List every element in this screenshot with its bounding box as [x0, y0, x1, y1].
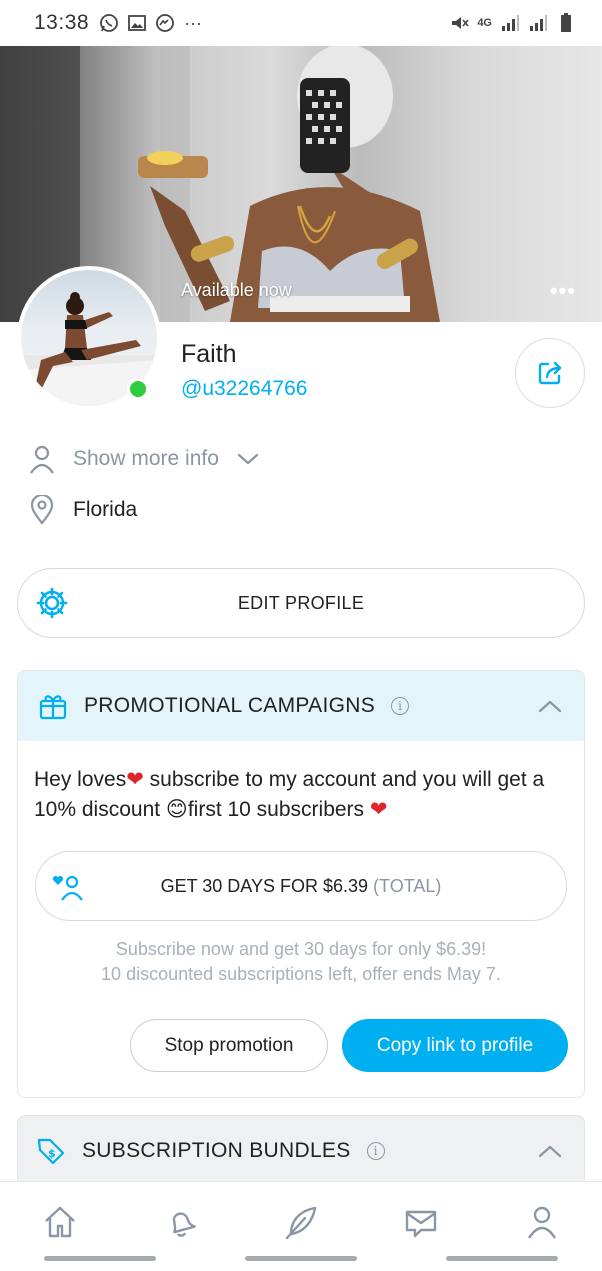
home-icon [45, 1206, 76, 1238]
total-label: (TOTAL) [373, 875, 442, 896]
available-status: Available now [181, 280, 292, 300]
status-time: 13:38 [34, 11, 90, 34]
get-30-days-label: GET 30 DAYS FOR $6.39 [160, 875, 369, 896]
whatsapp-icon [99, 13, 119, 33]
status-bar: 13:38 ··· 4G [0, 0, 602, 46]
4g-icon: 4G [477, 17, 492, 29]
signal-icon-2 [528, 13, 548, 33]
nav-new-post[interactable] [277, 1198, 325, 1246]
subscription-bundles-header[interactable]: $ SUBSCRIPTION BUNDLES i [17, 1115, 585, 1185]
nav-home[interactable] [36, 1198, 84, 1246]
online-indicator [127, 378, 149, 400]
profile-name: Faith [181, 340, 237, 368]
bell-icon [172, 1212, 196, 1237]
gift-icon [39, 695, 67, 720]
promo-title: PROMOTIONAL CAMPAIGNS [84, 694, 375, 717]
promo-message: Hey loves❤ subscribe to my account and y… [18, 741, 584, 825]
get-30-days-button[interactable]: GET 30 DAYS FOR $6.39 (TOTAL) [35, 851, 567, 921]
promotional-campaigns-card: PROMOTIONAL CAMPAIGNS i Hey loves❤ subsc… [17, 670, 585, 1098]
bundles-title: SUBSCRIPTION BUNDLES [82, 1138, 351, 1162]
promo-text-1: Hey loves [34, 768, 127, 791]
chevron-down-icon [237, 453, 259, 465]
share-button[interactable] [515, 338, 585, 408]
gallery-icon [127, 13, 147, 33]
profile-icon [527, 1206, 556, 1239]
location-row: Florida [29, 495, 137, 525]
heart-icon: ❤ [369, 798, 388, 821]
promo-header[interactable]: PROMOTIONAL CAMPAIGNS i [18, 671, 584, 741]
more-options-icon[interactable]: ••• [550, 278, 576, 304]
promo-note-line1: Subscribe now and get 30 days for only $… [115, 939, 487, 959]
nav-notifications[interactable] [157, 1198, 205, 1246]
location-label: Florida [73, 498, 138, 521]
svg-text:$: $ [48, 1147, 56, 1160]
messages-icon [406, 1210, 437, 1238]
copy-link-button[interactable]: Copy link to profile [342, 1019, 568, 1072]
stop-promotion-button[interactable]: Stop promotion [130, 1019, 328, 1072]
edit-profile-label: EDIT PROFILE [237, 592, 365, 613]
nav-messages[interactable] [397, 1198, 445, 1246]
promo-note: Subscribe now and get 30 days for only $… [18, 937, 584, 987]
edit-profile-button[interactable]: EDIT PROFILE [17, 568, 585, 638]
promo-text-3: first 10 subscribers [187, 798, 370, 821]
price-tag-icon: $ [37, 1138, 65, 1164]
gear-icon [36, 587, 68, 619]
mute-icon [449, 13, 469, 33]
location-pin-icon [30, 495, 54, 525]
smile-emoji-icon: 😊 [165, 798, 188, 821]
info-icon[interactable]: i [366, 1141, 385, 1160]
messenger-icon [155, 13, 175, 33]
system-gesture-bar [0, 1256, 602, 1261]
battery-icon [556, 13, 576, 33]
chevron-up-icon[interactable] [538, 1144, 562, 1158]
signal-icon [500, 13, 520, 33]
show-more-info[interactable]: Show more info [29, 444, 259, 474]
feather-icon [285, 1206, 317, 1240]
show-more-info-label: Show more info [73, 447, 219, 470]
promo-note-line2: 10 discounted subscriptions left, offer … [101, 964, 501, 984]
info-icon[interactable]: i [391, 697, 409, 715]
chevron-up-icon[interactable] [538, 699, 562, 713]
nav-profile[interactable] [518, 1198, 566, 1246]
share-icon [538, 361, 562, 385]
user-heart-icon [52, 875, 83, 901]
user-icon [30, 445, 54, 474]
heart-icon: ❤ [126, 768, 144, 791]
more-dots-icon: ··· [184, 12, 203, 33]
profile-handle[interactable]: @u32264766 [181, 377, 307, 401]
